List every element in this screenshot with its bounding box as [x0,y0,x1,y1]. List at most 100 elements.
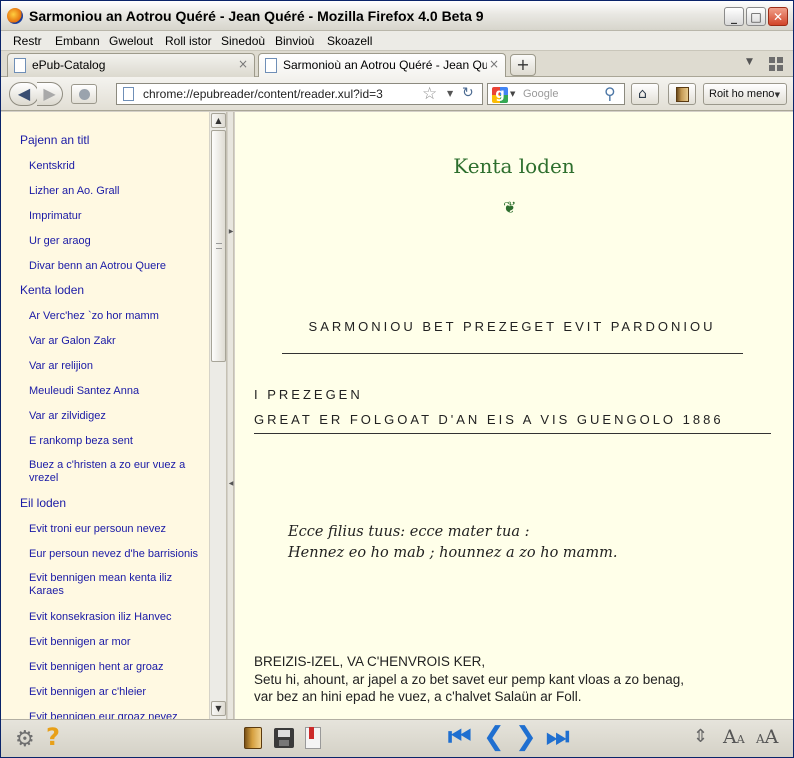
toc-item-kentskrid[interactable]: Kentskrid [29,160,201,173]
toc-item-lizher[interactable]: Lizher an Ao. Grall [29,185,201,198]
tab-epub-catalog[interactable]: ePub-Catalog × [7,53,255,77]
toc-item-hanvec[interactable]: Evit konsekrasion iliz Hanvec [29,611,201,624]
toc-item-pajenn-an-titl[interactable]: Pajenn an titl [20,134,89,147]
bookmark-star-icon[interactable]: ☆ [422,84,437,104]
font-larger-icon[interactable]: AA [756,726,778,748]
next-page-icon[interactable]: ❯ [515,722,537,752]
toc-item-kenta-loden[interactable]: Kenta loden [20,284,84,297]
page-icon [123,87,134,101]
scrollbar-thumb[interactable] [211,130,226,362]
toc-item-persoun-nevez[interactable]: Eur persoun nevez d'he barrisionis [29,548,201,561]
scroll-down-icon[interactable]: ▼ [211,701,226,716]
toc-item-troni-persoun[interactable]: Evit troni eur persoun nevez [29,523,201,536]
tab-close-icon[interactable]: × [489,57,499,71]
book-icon [676,87,689,102]
tab-label: ePub-Catalog [32,58,106,72]
search-engine-dropdown-icon[interactable]: ▼ [510,90,515,98]
sermon-number: I PREZEGEN [254,387,363,402]
gear-icon[interactable]: ⚙ [15,727,35,752]
url-history-dropdown-icon[interactable]: ▼ [447,89,453,98]
tab-close-icon[interactable]: × [238,57,248,71]
maximize-button[interactable]: □ [746,7,766,26]
toc-item-imprimatur[interactable]: Imprimatur [29,210,201,223]
grip-icon [216,243,222,249]
chevron-down-icon: ▼ [774,91,780,99]
google-icon[interactable]: g [492,87,508,103]
reader-mode-label: Roit ho meno [709,88,775,100]
ornament-icon: ❦ [503,198,517,217]
toc-item-mean-kenta[interactable]: Evit bennigen mean kenta iliz Karaes [29,572,201,598]
toc-item-ar-verchez[interactable]: Ar Verc'hez `zo hor mamm [29,310,201,323]
search-bar[interactable]: g ▼ Google ⚲ [487,83,625,105]
url-bar[interactable]: chrome://epubreader/content/reader.xul?i… [116,83,483,105]
toc-item-beza-sent[interactable]: E rankomp beza sent [29,435,201,448]
tab-list-icon[interactable]: ▼ [746,57,753,67]
search-icon[interactable]: ⚲ [604,84,616,103]
new-tab-button[interactable]: + [510,54,536,76]
search-input[interactable]: Google [523,88,558,100]
menu-file[interactable]: Restr [13,34,42,48]
reader-content: Kenta loden ❦ SARMONIOU BET PREZEGET EVI… [235,112,793,719]
browser-window: Sarmoniou an Aotrou Quéré - Jean Quéré -… [0,0,794,758]
reload-icon[interactable]: ↻ [462,85,474,101]
firefox-icon[interactable] [7,8,23,24]
scroll-up-icon[interactable]: ▲ [211,113,226,128]
forward-arrow-icon: ▶ [43,84,56,103]
collapse-left-icon[interactable]: ◀ [228,480,234,487]
epigraph-line-1: Ecce filius tuus: ecce mater tua : [288,524,530,540]
toc-item-groaz-nevez[interactable]: Evit bennigen eur groaz nevez [29,711,201,719]
toc-item-divar-benn[interactable]: Divar benn an Aotrou Quere [29,260,201,273]
font-larger-big-letter: A [764,726,779,748]
toc-sidebar: Pajenn an titl Kentskrid Lizher an Ao. G… [1,112,227,719]
font-larger-small-letter: A [756,732,765,746]
font-smaller-icon[interactable]: AA [723,726,745,748]
chapter-title: Kenta loden [453,154,575,178]
body-line-2: Setu hi, ahount, ar japel a zo bet savet… [254,672,685,687]
toc-item-galon-zakr[interactable]: Var ar Galon Zakr [29,335,201,348]
minimize-button[interactable]: _ [724,7,744,26]
home-button[interactable]: ⌂ [631,83,659,105]
identity-icon [79,89,90,100]
tab-groups-icon[interactable] [769,57,783,71]
library-icon[interactable] [244,727,262,749]
forward-button[interactable]: ▶ [37,82,63,106]
divider [254,433,771,434]
toc-item-buez-christen[interactable]: Buez a c'hristen a zo eur vuez a vrezel [29,459,201,485]
reader-mode-dropdown[interactable]: Roit ho meno ▼ [703,83,787,105]
toc-item-zilvidigez[interactable]: Var ar zilvidigez [29,410,201,423]
menu-tools[interactable]: Binvioù [275,34,314,48]
toc-item-santez-anna[interactable]: Meuleudi Santez Anna [29,385,201,398]
url-text[interactable]: chrome://epubreader/content/reader.xul?i… [143,87,383,101]
sermon-place: GREAT ER FOLGOAT D'AN EIS A VIS GUENGOLO… [254,412,724,427]
menu-edit[interactable]: Embann [55,34,100,48]
help-icon[interactable]: ? [46,723,60,751]
toc-item-hent-ar-groaz[interactable]: Evit bennigen hent ar groaz [29,661,201,674]
tab-sarmoniou[interactable]: Sarmonioù an Aotrou Quéré - Jean Quéré × [258,53,506,77]
toc-item-chleier[interactable]: Evit bennigen ar c'hleier [29,686,201,699]
toc-item-mor[interactable]: Evit bennigen ar mor [29,636,201,649]
last-page-icon[interactable]: ⏭ [546,722,569,753]
line-spacing-icon[interactable]: ⇕ [693,726,708,747]
toc-item-relijion[interactable]: Var ar relijion [29,360,201,373]
first-page-icon[interactable]: ⏮ [448,722,471,753]
menu-bookmarks[interactable]: Sinedoù [221,34,265,48]
menu-history[interactable]: Roll istor [165,34,212,48]
back-button[interactable]: ◀ [9,82,39,106]
menu-view[interactable]: Gwelout [109,34,153,48]
toc-item-ur-ger-araog[interactable]: Ur ger araog [29,235,201,248]
close-button[interactable]: ✕ [768,7,788,26]
sidebar-scrollbar[interactable]: ▲ ▼ [209,112,226,719]
toc-item-eil-loden[interactable]: Eil loden [20,497,66,510]
body-line-3: var bez an hini epad he vuez, a c'halvet… [254,689,582,704]
menu-help[interactable]: Skoazell [327,34,372,48]
previous-page-icon[interactable]: ❮ [483,722,505,752]
epub-reader-button[interactable] [668,83,696,105]
sidebar-splitter[interactable]: ▶ ◀ [228,112,234,719]
collapse-right-icon[interactable]: ▶ [228,228,234,235]
menu-bar: Restr Embann Gwelout Roll istor Sinedoù … [1,31,793,51]
tab-label: Sarmonioù an Aotrou Quéré - Jean Quéré [283,58,487,72]
save-icon[interactable] [274,728,294,748]
navigation-toolbar: ◀ ▶ chrome://epubreader/content/reader.x… [1,77,793,111]
site-identity-button[interactable] [71,84,97,104]
bookmark-icon[interactable] [305,727,321,749]
